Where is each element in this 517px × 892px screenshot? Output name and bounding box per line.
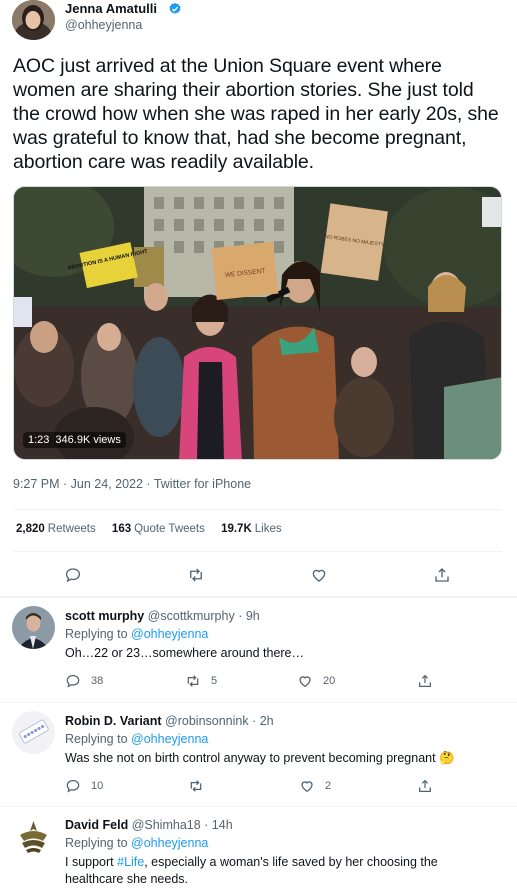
reply-author: Robin D. Variant @robinsonnink · 2h (65, 714, 274, 728)
reply-reply-action[interactable]: 10 (65, 778, 103, 794)
reply-icon[interactable] (64, 566, 82, 584)
reply-avatar[interactable] (12, 711, 55, 754)
reply-share-action[interactable] (417, 673, 433, 689)
reply-tweet[interactable]: Robin D. Variant @robinsonnink · 2h Repl… (0, 703, 517, 806)
author-name[interactable]: Jenna Amatulli (65, 1, 157, 16)
quotes-count: 163 (111, 523, 132, 535)
reply-tweet[interactable]: scott murphy @scottkmurphy · 9h Replying… (0, 598, 517, 702)
hashtag-link[interactable]: #Life (117, 855, 144, 869)
replying-to: Replying to @ohheyjenna (65, 627, 208, 641)
reply-time[interactable]: · 14h (204, 818, 233, 832)
tweet-text: AOC just arrived at the Union Square eve… (13, 55, 499, 173)
reply-author-name[interactable]: David Feld (65, 818, 128, 832)
like-icon[interactable] (310, 566, 328, 584)
like-count: 20 (323, 675, 336, 687)
reply-reply-action[interactable]: 38 (65, 673, 103, 689)
share-icon (419, 674, 431, 687)
reply-tweet[interactable]: David Feld @Shimha18 · 14h Replying to @… (0, 807, 517, 892)
tweet-stats: 2,820 Retweets 163 Quote Tweets 19.7K Likes (16, 523, 295, 535)
retweets-label: Retweets (47, 523, 96, 535)
tweet-video[interactable]: ABORTION IS A HUMAN RIGHT WE DISSENT NO … (13, 186, 502, 460)
reply-icon (66, 780, 80, 793)
replying-to-label: Replying to (65, 732, 128, 746)
tweet-header: Jenna Amatulli @ohheyjenna (12, 0, 502, 40)
retweets-count: 2,820 (16, 523, 45, 535)
author-avatar[interactable] (12, 0, 55, 40)
reply-time[interactable]: · 2h (252, 714, 274, 728)
reply-icon (66, 675, 80, 688)
reply-retweet-action[interactable]: 5 (185, 673, 217, 689)
replying-to-label: Replying to (65, 627, 128, 641)
replying-to: Replying to @ohheyjenna (65, 732, 208, 746)
verified-badge-icon (168, 2, 182, 16)
reply-share-action[interactable] (417, 778, 433, 794)
quote-tweets-stat[interactable]: 163 Quote Tweets (112, 523, 205, 535)
share-icon (419, 779, 431, 792)
reply-avatar[interactable] (12, 815, 55, 858)
like-icon (299, 676, 311, 688)
reply-text-container: I support #Life, especially a woman's li… (65, 854, 495, 888)
retweet-icon (187, 675, 199, 687)
reply-text: Oh…22 or 23…somewhere around there… (65, 646, 305, 660)
reply-count: 10 (91, 780, 104, 792)
reply-retweet-action[interactable] (188, 778, 214, 794)
reply-author-handle[interactable]: @robinsonnink (165, 714, 249, 728)
video-frame: ABORTION IS A HUMAN RIGHT WE DISSENT NO … (14, 187, 501, 459)
reply-author-handle[interactable]: @Shimha18 (132, 818, 201, 832)
reply-avatar[interactable] (12, 606, 55, 649)
tweet-actions (0, 562, 517, 588)
likes-count: 19.7K (221, 523, 252, 535)
reply-author: scott murphy @scottkmurphy · 9h (65, 609, 260, 623)
tweet-timestamp[interactable]: 9:27 PM · Jun 24, 2022 · Twitter for iPh… (13, 477, 251, 491)
reply-text: Was she not on birth control anyway to p… (65, 751, 436, 765)
thinking-emoji: 🤔 (439, 751, 455, 765)
video-views: 346.9K views (55, 434, 121, 446)
replying-to-mention[interactable]: @ohheyjenna (131, 836, 208, 850)
reply-author-handle[interactable]: @scottkmurphy (148, 609, 235, 623)
likes-stat[interactable]: 19.7K Likes (221, 523, 282, 535)
reply-author: David Feld @Shimha18 · 14h (65, 818, 233, 832)
reply-text-before: I support (65, 855, 114, 869)
reply-time[interactable]: · 9h (238, 609, 260, 623)
like-icon (301, 781, 313, 793)
replying-to-mention[interactable]: @ohheyjenna (131, 627, 208, 641)
retweet-icon[interactable] (187, 566, 205, 584)
reply-author-name[interactable]: scott murphy (65, 609, 144, 623)
like-count: 2 (325, 780, 332, 792)
video-duration: 1:23 (28, 434, 50, 446)
retweet-icon (190, 780, 202, 792)
video-badge: 1:23 346.9K views (23, 432, 126, 448)
reply-like-action[interactable]: 20 (297, 673, 335, 689)
share-icon[interactable] (433, 566, 451, 584)
replying-to-mention[interactable]: @ohheyjenna (131, 732, 208, 746)
author-handle[interactable]: @ohheyjenna (65, 18, 142, 32)
reply-count: 38 (91, 675, 104, 687)
divider (13, 551, 502, 552)
divider (13, 509, 502, 510)
likes-label: Likes (254, 523, 282, 535)
reply-text-container: Was she not on birth control anyway to p… (65, 750, 495, 767)
quotes-label: Quote Tweets (134, 523, 205, 535)
reply-like-action[interactable]: 2 (299, 778, 331, 794)
retweets-stat[interactable]: 2,820 Retweets (16, 523, 96, 535)
replying-to-label: Replying to (65, 836, 128, 850)
reply-author-name[interactable]: Robin D. Variant (65, 714, 162, 728)
replying-to: Replying to @ohheyjenna (65, 836, 208, 850)
retweet-count: 5 (211, 675, 218, 687)
